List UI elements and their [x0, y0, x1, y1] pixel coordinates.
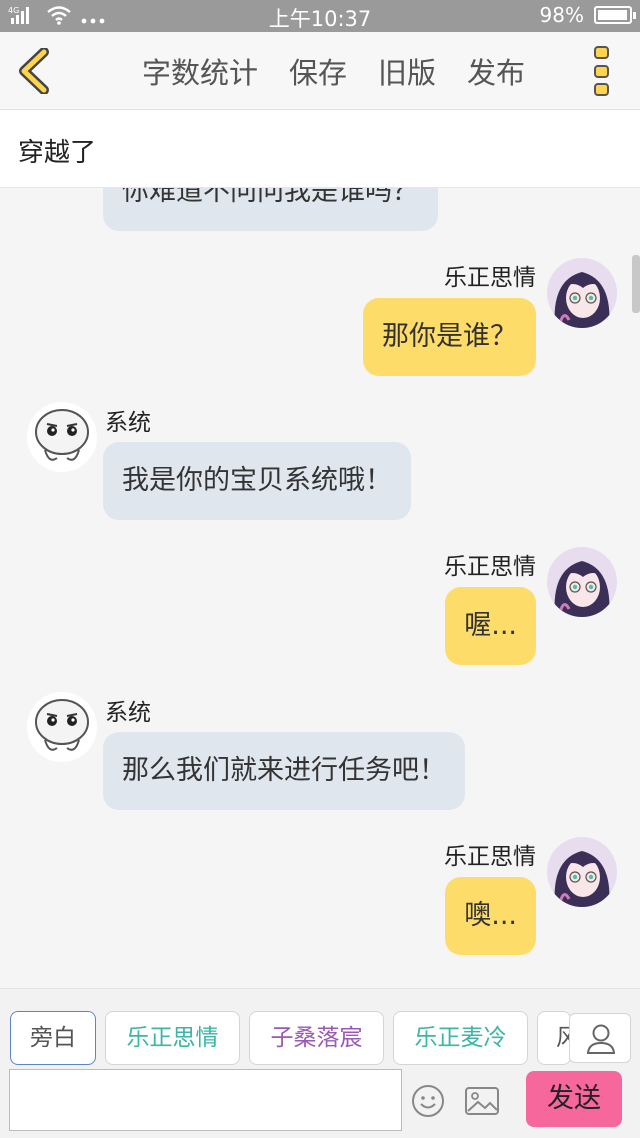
system-avatar[interactable] — [27, 692, 97, 762]
message-bubble[interactable]: 你难道不问问我是谁吗？ — [103, 188, 438, 231]
user-avatar[interactable] — [547, 837, 617, 907]
status-bar: 4G 上午10:37 98% — [0, 0, 640, 32]
sender-name: 系统 — [105, 410, 151, 436]
battery-icon — [594, 6, 636, 24]
chat-area[interactable]: 你难道不问问我是谁吗？ 乐正思情 那你是谁？ 系统 我是你的宝贝系统哦！ 乐正思… — [0, 188, 640, 988]
battery-fill — [598, 10, 628, 20]
character-tag[interactable]: 乐正思情 — [105, 1011, 240, 1065]
smiley-icon — [412, 1085, 444, 1117]
chevron-left-icon — [19, 47, 49, 95]
anime-girl-avatar-icon — [547, 837, 617, 907]
cartoon-face-avatar-icon — [27, 692, 97, 762]
user-icon — [586, 1024, 616, 1054]
story-title[interactable]: 穿越了 — [18, 132, 96, 169]
message-bubble[interactable]: 那么我们就来进行任务吧！ — [103, 732, 465, 810]
message-input[interactable] — [9, 1069, 402, 1131]
sender-name: 乐正思情 — [444, 554, 536, 580]
character-tag[interactable]: 旁白 — [10, 1011, 96, 1065]
emoji-button[interactable] — [411, 1084, 445, 1118]
publish-button[interactable]: 发布 — [467, 50, 525, 92]
composer: 旁白 乐正思情 子桑落宸 乐正麦冷 风 发送 — [0, 988, 640, 1138]
character-manage-button[interactable] — [569, 1013, 631, 1063]
anime-girl-avatar-icon — [547, 547, 617, 617]
message-bubble[interactable]: 噢... — [445, 877, 536, 955]
status-right: 98% — [539, 3, 636, 27]
word-count-button[interactable]: 字数统计 — [142, 50, 258, 92]
sender-name: 乐正思情 — [444, 265, 536, 291]
save-button[interactable]: 保存 — [289, 50, 347, 92]
cartoon-face-avatar-icon — [27, 402, 97, 472]
send-button[interactable]: 发送 — [526, 1071, 622, 1127]
anime-girl-avatar-icon — [547, 258, 617, 328]
menu-dot-icon — [594, 46, 609, 59]
top-bar: 字数统计 保存 旧版 发布 — [0, 32, 640, 110]
menu-dot-icon — [594, 83, 609, 96]
title-bar: 穿越了 — [0, 110, 640, 188]
battery-percent: 98% — [539, 3, 584, 27]
more-menu-button[interactable] — [594, 46, 614, 96]
character-tag[interactable]: 乐正麦冷 — [393, 1011, 528, 1065]
message-bubble[interactable]: 喔... — [445, 587, 536, 665]
menu-dot-icon — [594, 64, 609, 78]
old-version-button[interactable]: 旧版 — [378, 50, 436, 92]
sender-name: 系统 — [105, 700, 151, 726]
character-tag[interactable]: 风 — [537, 1011, 571, 1065]
scrollbar-thumb[interactable] — [632, 255, 640, 313]
system-avatar[interactable] — [27, 402, 97, 472]
image-button[interactable] — [464, 1086, 500, 1116]
user-avatar[interactable] — [547, 258, 617, 328]
character-tag[interactable]: 子桑落宸 — [249, 1011, 384, 1065]
back-button[interactable] — [14, 47, 54, 95]
message-bubble[interactable]: 我是你的宝贝系统哦！ — [103, 442, 411, 520]
top-actions: 字数统计 保存 旧版 发布 — [142, 50, 525, 92]
user-avatar[interactable] — [547, 547, 617, 617]
sender-name: 乐正思情 — [444, 844, 536, 870]
image-icon — [465, 1087, 499, 1115]
message-bubble[interactable]: 那你是谁？ — [363, 298, 536, 376]
